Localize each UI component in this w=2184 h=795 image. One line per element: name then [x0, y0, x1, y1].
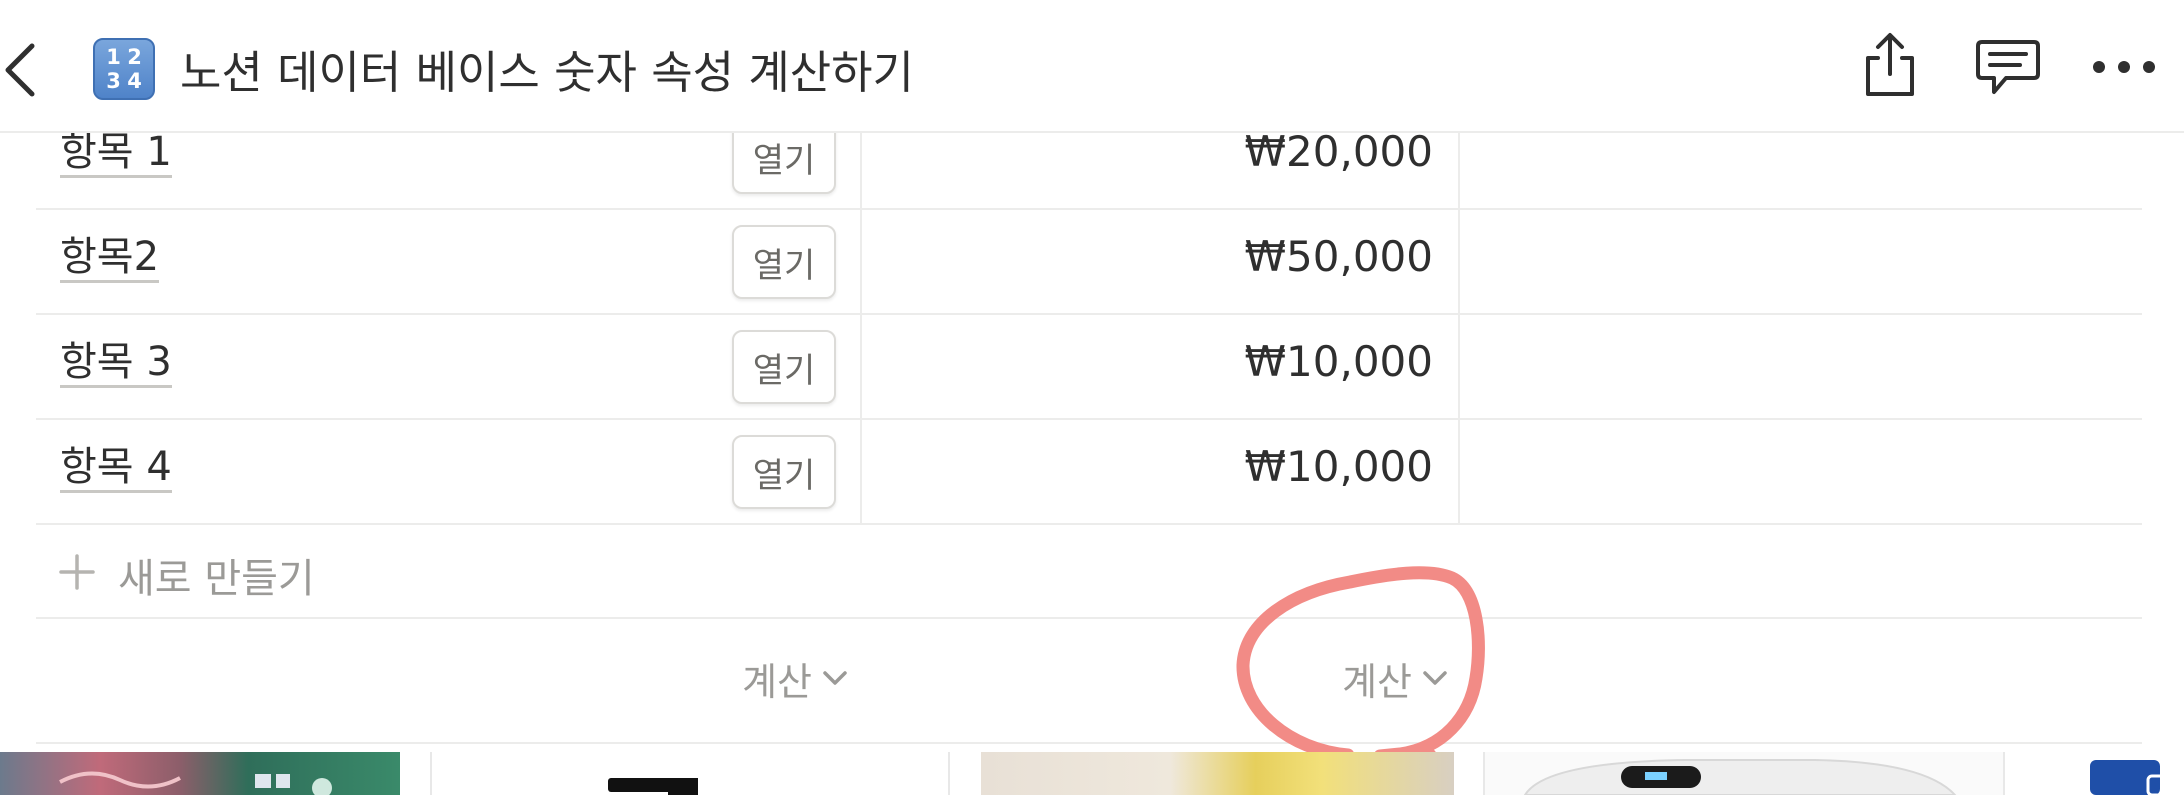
item-name[interactable]: 항목 3	[60, 341, 172, 388]
amount-cell[interactable]: ₩20,000	[862, 127, 1460, 208]
name-cell[interactable]: 항목 1 열기	[36, 120, 862, 208]
page-emoji-icon: 1 2 3 4	[93, 38, 155, 100]
amount-value: ₩10,000	[1244, 442, 1434, 491]
empty-cell[interactable]	[1460, 315, 2142, 418]
chevron-down-icon	[823, 671, 847, 685]
name-cell[interactable]: 항목 4 열기	[36, 420, 862, 523]
calculation-row: 계산 계산	[36, 619, 2142, 744]
emoji-digit: 4	[127, 69, 142, 93]
gallery-thumbnail[interactable]	[0, 752, 400, 795]
table-row: 항목 1 열기 ₩20,000	[36, 120, 2142, 210]
gallery-thumbnail[interactable]	[430, 752, 950, 795]
item-name[interactable]: 항목 4	[60, 446, 172, 493]
gallery-thumbnail[interactable]	[1483, 752, 2005, 795]
new-row-button[interactable]: 새로 만들기	[36, 525, 2142, 619]
calculate-label: 계산	[742, 659, 812, 704]
empty-cell[interactable]	[1460, 133, 2142, 208]
empty-cell[interactable]	[1460, 210, 2142, 313]
comment-icon	[1976, 40, 2040, 94]
table-row: 항목 4 열기 ₩10,000	[36, 420, 2142, 525]
more-options-button[interactable]	[2088, 30, 2160, 100]
calculate-button-amount[interactable]: 계산	[1342, 647, 1448, 709]
empty-cell[interactable]	[1460, 420, 2142, 523]
chevron-left-icon	[5, 43, 35, 97]
table-row: 항목 3 열기 ₩10,000	[36, 315, 2142, 420]
open-button[interactable]: 열기	[732, 225, 836, 299]
calculate-label: 계산	[1342, 659, 1412, 704]
comment-button[interactable]	[1972, 30, 2044, 100]
amount-cell[interactable]: ₩10,000	[862, 420, 1460, 523]
emoji-digit: 2	[127, 45, 142, 69]
item-name[interactable]: 항목 1	[60, 131, 172, 178]
calculate-button-name[interactable]: 계산	[742, 647, 848, 709]
share-button[interactable]	[1860, 30, 1920, 100]
amount-cell[interactable]: ₩10,000	[862, 315, 1460, 418]
amount-cell[interactable]: ₩50,000	[862, 210, 1460, 313]
amount-value: ₩10,000	[1244, 337, 1434, 386]
emoji-digit: 1	[106, 45, 121, 69]
table-row: 항목2 열기 ₩50,000	[36, 210, 2142, 315]
gallery-thumbnail-strip	[0, 752, 2184, 795]
emoji-digit: 3	[106, 69, 121, 93]
plus-icon	[59, 554, 95, 590]
new-row-label: 새로 만들기	[118, 556, 315, 602]
gallery-thumbnail[interactable]	[981, 752, 1454, 795]
back-button[interactable]	[0, 30, 50, 100]
page-title: 노션 데이터 베이스 숫자 속성 계산하기	[180, 46, 914, 99]
database-table: 항목 1 열기 ₩20,000 항목2 열기 ₩50,000 항목 3 열기 ₩…	[36, 120, 2142, 744]
gallery-thumbnail[interactable]	[2030, 752, 2184, 795]
chevron-down-icon	[1423, 671, 1447, 685]
top-navigation-bar: 1 2 3 4 노션 데이터 베이스 숫자 속성 계산하기	[0, 0, 2184, 133]
open-button[interactable]: 열기	[732, 330, 836, 404]
name-cell[interactable]: 항목 3 열기	[36, 315, 862, 418]
amount-value: ₩20,000	[1244, 127, 1434, 176]
name-cell[interactable]: 항목2 열기	[36, 210, 862, 313]
amount-value: ₩50,000	[1244, 232, 1434, 281]
open-button[interactable]: 열기	[732, 435, 836, 509]
share-icon	[1866, 33, 1914, 96]
more-horizontal-icon	[2093, 61, 2155, 73]
item-name[interactable]: 항목2	[60, 236, 160, 283]
